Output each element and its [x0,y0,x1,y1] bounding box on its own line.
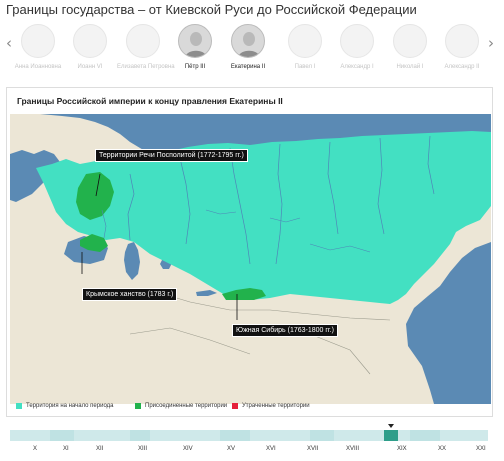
label-crimea[interactable]: Крымское ханство (1783 г.) [82,288,178,301]
ruler-ekaterina-ii[interactable]: Екатерина II [222,24,274,80]
portrait-icon [178,24,212,58]
map-panel: Границы Российской империи к концу правл… [6,87,493,417]
ruler-pavel-i[interactable]: Павел I [279,24,331,80]
timeline-track[interactable] [10,424,488,441]
portrait-icon [21,24,55,58]
century-label[interactable]: XVI [266,446,276,452]
swatch-icon [135,403,141,409]
ruler-aleksandr-ii[interactable]: Александр II [436,24,488,80]
empire-map[interactable] [10,114,491,404]
timeline-segment[interactable] [50,430,74,441]
ruler-name: Александр I [340,64,374,70]
map-title: Границы Российской империи к концу правл… [17,96,283,106]
portrait-icon [393,24,427,58]
legend-item-start: Территория на начало периода [16,403,114,409]
century-label[interactable]: XIX [397,446,407,452]
portrait-icon [73,24,107,58]
portrait-icon [231,24,265,58]
timeline-segment[interactable] [220,430,250,441]
century-label[interactable]: XVII [307,446,318,452]
ruler-name: Александр II [444,64,480,70]
ruler-petr-iii[interactable]: Пётр III [169,24,221,80]
portrait-icon [126,24,160,58]
century-label[interactable]: XII [96,446,103,452]
ruler-elizaveta-petrovna[interactable]: Елизавета Петровна [117,24,175,80]
century-label[interactable]: XIV [183,446,193,452]
map-area[interactable]: Территории Речи Посполитой (1772-1795 гг… [10,114,491,404]
label-south-siberia[interactable]: Южная Сибирь (1763-1800 гг.) [232,324,338,337]
timeline-segment[interactable] [410,430,440,441]
swatch-icon [16,403,22,409]
portrait-icon [288,24,322,58]
ruler-name: Елизавета Петровна [117,64,175,70]
swatch-icon [232,403,238,409]
legend-item-annexed: Присоединенные территории [135,403,227,409]
timeline-pointer-icon[interactable] [388,424,394,428]
label-rzeczpospolita[interactable]: Территории Речи Посполитой (1772-1795 гг… [95,149,248,162]
ruler-name: Николай I [396,64,424,70]
century-label[interactable]: X [33,446,37,452]
ruler-nikolai-i[interactable]: Николай I [384,24,436,80]
ruler-name: Екатерина II [230,64,266,70]
timeline-segment[interactable] [310,430,334,441]
ruler-anna-ioannovna[interactable]: Анна Иоанновна [12,24,64,80]
timeline-selected-segment[interactable] [384,430,398,441]
century-label[interactable]: XX [438,446,446,452]
ruler-name: Павел I [294,64,316,70]
century-label[interactable]: XV [227,446,235,452]
timeline-segment[interactable] [130,430,150,441]
legend: Территория на начало периода Присоединен… [6,403,493,417]
ruler-name: Иоанн VI [77,64,103,70]
page-title: Границы государства – от Киевской Руси д… [6,2,417,17]
ruler-name: Анна Иоанновна [14,64,62,70]
century-label[interactable]: XXI [476,446,486,452]
century-label[interactable]: XIII [138,446,147,452]
legend-item-lost: Утраченные территории [232,403,310,409]
portrait-icon [445,24,479,58]
century-label[interactable]: XVIII [346,446,359,452]
legend-label: Присоединенные территории [145,403,228,409]
ruler-aleksandr-i[interactable]: Александр I [331,24,383,80]
ruler-name: Пётр III [184,64,206,70]
chevron-right-icon[interactable]: › [488,34,494,52]
century-label[interactable]: XI [63,446,69,452]
legend-label: Территория на начало периода [26,403,114,409]
legend-label: Утраченные территории [242,403,310,409]
portrait-icon [340,24,374,58]
ruler-ioann-vi[interactable]: Иоанн VI [64,24,116,80]
